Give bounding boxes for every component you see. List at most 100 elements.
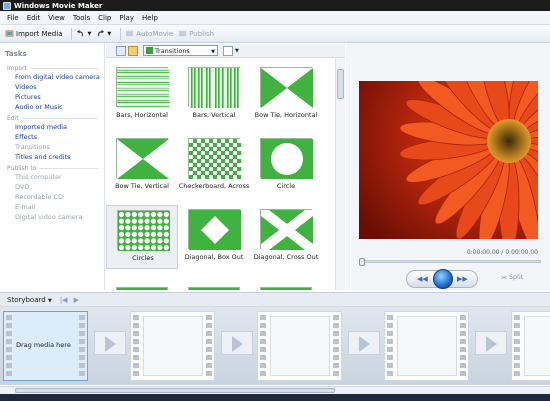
film-perforation — [206, 315, 212, 379]
transition-tile-bars-horizontal[interactable]: Bars, Horizontal — [106, 63, 178, 127]
tasks-pane: Tasks Import From digital video camera Vid… — [0, 44, 105, 290]
transition-tile-bowtie-vertical[interactable]: Bow Tie, Vertical — [106, 134, 178, 198]
film-frame — [511, 311, 550, 381]
scrollbar-thumb[interactable] — [15, 388, 335, 393]
task-link-pictures[interactable]: Pictures — [7, 92, 104, 102]
task-link-audio-or-music[interactable]: Audio or Music — [7, 102, 104, 112]
transition-tile-next-row[interactable] — [116, 287, 168, 290]
view-mode-dropdown-icon[interactable]: ▼ — [235, 48, 239, 54]
view-mode-icon[interactable] — [223, 45, 233, 56]
app-icon — [3, 1, 11, 10]
scrollbar-thumb[interactable] — [337, 69, 344, 99]
split-icon: ⫘ — [501, 273, 509, 281]
play-button[interactable] — [433, 269, 453, 289]
chevron-right-icon — [486, 336, 497, 352]
previous-frame-button[interactable]: ◀◀ — [417, 275, 428, 283]
menu-play[interactable]: Play — [119, 14, 134, 22]
chevron-right-icon — [232, 336, 243, 352]
rewind-storyboard-icon[interactable]: |◀ — [60, 296, 68, 304]
transition-tile-circles[interactable]: Circles — [106, 205, 178, 269]
transition-slot[interactable] — [475, 331, 507, 355]
storyboard-cell[interactable] — [384, 311, 470, 381]
circles-icon — [117, 210, 170, 251]
task-link-this-computer: This computer — [15, 173, 62, 181]
storyboard-cell[interactable] — [511, 311, 550, 381]
transition-slot[interactable] — [348, 331, 380, 355]
undo-dropdown-icon[interactable]: ▼ — [87, 31, 91, 37]
circle-icon — [260, 138, 313, 179]
task-link-digital-video-camera: Digital video camera — [15, 213, 83, 221]
transition-slot[interactable] — [94, 331, 126, 355]
chevron-down-icon: ▼ — [211, 49, 215, 55]
transition-slot[interactable] — [221, 331, 253, 355]
film-frame — [130, 311, 215, 381]
transition-tile-bowtie-horizontal[interactable]: Bow Tie, Horizontal — [250, 63, 322, 127]
import-media-button[interactable]: Import Media — [5, 29, 62, 38]
toolbar-separator — [120, 27, 122, 40]
task-link-videos[interactable]: Videos — [7, 82, 104, 92]
tasks-sections: Import From digital video camera Videos Pic… — [0, 65, 104, 222]
next-frame-button[interactable]: ▶▶ — [457, 275, 468, 283]
storyboard-cell[interactable]: Drag media here — [3, 311, 89, 381]
flower-preview-image — [359, 81, 538, 239]
task-section-import: Import From digital video camera Videos Pic… — [7, 65, 104, 112]
transition-tile-circle[interactable]: Circle — [250, 134, 322, 198]
publish-icon — [179, 30, 187, 37]
storyboard-dropdown[interactable]: Storyboard ▼ — [7, 296, 52, 304]
view-tasks-button[interactable] — [116, 45, 126, 56]
seek-bar[interactable] — [359, 258, 541, 266]
film-frame-inner — [143, 316, 203, 376]
redo-dropdown-icon[interactable]: ▼ — [107, 31, 111, 37]
content-dropdown[interactable]: Transitions ▼ — [143, 45, 218, 56]
bars-vertical-icon — [188, 67, 241, 108]
automovie-button[interactable]: AutoMovie — [125, 29, 173, 38]
film-perforation — [333, 315, 339, 379]
folder-icon[interactable] — [128, 45, 138, 56]
task-link-from-digital-video-camera[interactable]: From digital video camera — [7, 72, 104, 82]
content-scrollbar[interactable] — [335, 59, 345, 290]
chevron-right-icon — [105, 336, 116, 352]
seek-thumb[interactable] — [359, 258, 365, 266]
play-storyboard-icon[interactable]: ▶ — [74, 296, 79, 304]
task-link-effects[interactable]: Effects — [7, 132, 104, 142]
storyboard-scrollbar[interactable] — [0, 386, 550, 394]
task-link-transitions: Transitions — [15, 143, 50, 151]
transition-tile-next-row[interactable] — [260, 287, 312, 290]
storyboard-cell[interactable] — [130, 311, 216, 381]
bowtie-horizontal-icon — [260, 67, 313, 108]
bars-horizontal-icon — [116, 67, 169, 108]
transition-tile-checkerboard[interactable]: Checkerboard, Across — [178, 134, 250, 198]
menu-clip[interactable]: Clip — [98, 14, 111, 22]
publish-button[interactable]: Publish — [178, 29, 214, 38]
transition-tile-bars-vertical[interactable]: Bars, Vertical — [178, 63, 250, 127]
chevron-down-icon: ▼ — [47, 297, 52, 304]
undo-icon — [77, 29, 84, 37]
menu-edit[interactable]: Edit — [27, 14, 41, 22]
transition-label: Diagonal, Cross Out — [253, 253, 319, 261]
content-dropdown-value: Transitions — [155, 46, 190, 55]
film-frame — [257, 311, 342, 381]
transition-tile-next-row[interactable] — [188, 287, 240, 290]
checkerboard-icon — [188, 138, 241, 179]
time-readout: 0:00:00.00 / 0:00:00.00 — [466, 249, 538, 256]
menu-help[interactable]: Help — [142, 14, 158, 22]
preview-monitor — [359, 81, 538, 239]
film-perforation — [260, 315, 266, 379]
menu-file[interactable]: File — [7, 14, 19, 22]
bowtie-vertical-icon — [116, 138, 169, 179]
transition-tile-diagonal-box[interactable]: Diagonal, Box Out — [178, 205, 250, 269]
redo-button[interactable]: ▼ — [96, 29, 111, 38]
storyboard-cell[interactable] — [257, 311, 343, 381]
task-link-imported-media[interactable]: Imported media — [7, 122, 104, 132]
menu-view[interactable]: View — [48, 14, 65, 22]
transition-tile-diagonal-cross[interactable]: Diagonal, Cross Out — [250, 205, 322, 269]
task-link-titles-and-credits[interactable]: Titles and credits — [7, 152, 104, 162]
undo-button[interactable]: ▼ — [76, 29, 91, 38]
chevron-right-icon — [359, 336, 370, 352]
split-button[interactable]: ⫘ Split — [501, 273, 523, 282]
preview-pane: 0:00:00.00 / 0:00:00.00 ◀◀ ▶▶ ⫘ Split — [346, 44, 550, 290]
split-label: Split — [508, 273, 524, 281]
menu-tools[interactable]: Tools — [73, 14, 90, 22]
title-bar: Windows Movie Maker — [0, 0, 550, 11]
transition-label: Checkerboard, Across — [178, 182, 250, 190]
